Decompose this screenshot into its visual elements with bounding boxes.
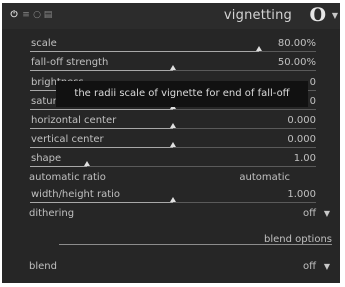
slider-value: 0 <box>309 77 316 88</box>
shape-slider[interactable]: shape 1.00 <box>2 151 340 169</box>
slider-track[interactable] <box>30 197 316 203</box>
slider-marker[interactable] <box>170 65 176 70</box>
scale-slider[interactable]: scale 80.00% <box>2 36 340 54</box>
menu-icon[interactable]: ≡ <box>21 10 31 20</box>
slider-fill <box>30 70 173 71</box>
slider-fill <box>30 166 88 167</box>
slider-fill <box>30 128 173 129</box>
module-header[interactable]: ⏻ ≡ ○ ▤ vignetting O ▼ <box>2 3 340 29</box>
slider-value: 1.00 <box>293 153 316 164</box>
dropdown-value[interactable]: off <box>303 261 316 272</box>
slider-marker[interactable] <box>84 161 91 166</box>
automatic-ratio-toggle[interactable]: automatic ratio automatic <box>2 170 340 188</box>
slider-value: 50.00% <box>277 57 316 68</box>
toggle-value[interactable]: automatic <box>239 172 290 183</box>
slider-marker[interactable] <box>170 142 176 147</box>
slider-value: 0 <box>309 96 316 107</box>
vignette-module-icon: O <box>309 4 326 26</box>
slider-label: fall-off strength <box>31 57 109 68</box>
slider-fill <box>30 147 173 148</box>
slider-track[interactable] <box>30 161 316 167</box>
slider-marker[interactable] <box>255 46 262 51</box>
dropdown-label: dithering <box>29 208 75 219</box>
slider-fill <box>30 202 173 203</box>
slider-track[interactable] <box>30 104 316 110</box>
presets-icon[interactable]: ▤ <box>43 10 53 20</box>
slider-value: 80.00% <box>277 38 316 49</box>
blend-dropdown[interactable]: blend off ▼ <box>2 259 340 277</box>
slider-label: width/height ratio <box>31 189 121 200</box>
toggle-label: automatic ratio <box>29 172 106 183</box>
width-height-ratio-slider[interactable]: width/height ratio 1.000 <box>2 187 340 205</box>
slider-track[interactable] <box>30 142 316 148</box>
power-icon[interactable]: ⏻ <box>9 10 19 20</box>
collapse-arrow-icon[interactable]: ▼ <box>332 11 338 20</box>
slider-fill <box>30 51 259 52</box>
slider-label: vertical center <box>31 134 104 145</box>
slider-track[interactable] <box>30 65 316 71</box>
slider-label: shape <box>31 153 62 164</box>
slider-value: 1.000 <box>287 189 316 200</box>
vertical-center-slider[interactable]: vertical center 0.000 <box>2 132 340 150</box>
slider-value: 0.000 <box>287 134 316 145</box>
fall-off-strength-slider[interactable]: fall-off strength 50.00% <box>2 55 340 73</box>
slider-label: scale <box>31 38 57 49</box>
slider-label: horizontal center <box>31 115 117 126</box>
slider-value: 0.000 <box>287 115 316 126</box>
dropdown-value[interactable]: off <box>303 208 316 219</box>
module-title: vignetting <box>223 8 292 23</box>
dropdown-label: blend <box>29 261 57 272</box>
slider-track[interactable] <box>30 123 316 129</box>
dropdown-arrow-icon[interactable]: ▼ <box>324 262 330 271</box>
section-divider <box>59 244 332 245</box>
reset-icon[interactable]: ○ <box>32 10 42 20</box>
slider-marker[interactable] <box>170 123 176 128</box>
horizontal-center-slider[interactable]: horizontal center 0.000 <box>2 113 340 131</box>
dropdown-arrow-icon[interactable]: ▼ <box>324 209 330 218</box>
slider-track[interactable] <box>30 46 316 52</box>
vignetting-module-panel: ⏻ ≡ ○ ▤ vignetting O ▼ scale 80.00% fall… <box>2 3 340 283</box>
tooltip: the radii scale of vignette for end of f… <box>56 81 308 107</box>
dithering-dropdown[interactable]: dithering off ▼ <box>2 206 340 224</box>
slider-fill <box>30 109 173 110</box>
slider-marker[interactable] <box>170 197 176 202</box>
